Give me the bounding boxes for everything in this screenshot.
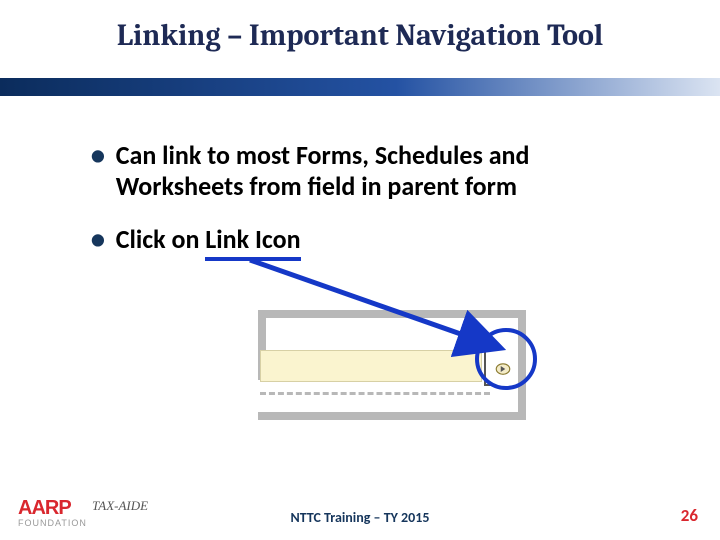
slide-footer: AARP FOUNDATION TAX-AIDE NTTC Training –…: [0, 486, 720, 540]
form-field-highlight: [260, 350, 482, 382]
page-number: 26: [681, 505, 698, 526]
bullet-2-linked-text: Link Icon: [205, 224, 300, 260]
bullet-2: ● Click on Link Icon: [90, 224, 630, 260]
frame-bar: [258, 310, 518, 318]
bullet-2-text: Click on Link Icon: [116, 224, 301, 260]
frame-bar: [258, 412, 526, 420]
link-icon-diagram: [240, 290, 570, 450]
footer-center-text: NTTC Training – TY 2015: [0, 509, 720, 526]
slide-title: Linking – Important Navigation Tool: [0, 18, 720, 53]
bullet-1-text: Can link to most Forms, Schedules and Wo…: [116, 140, 630, 202]
body-text: ● Can link to most Forms, Schedules and …: [90, 140, 630, 283]
header-divider-bar: [0, 78, 720, 96]
callout-circle: [475, 328, 537, 390]
link-icon[interactable]: [494, 360, 512, 378]
bullet-dot-icon: ●: [90, 140, 106, 202]
bullet-1: ● Can link to most Forms, Schedules and …: [90, 140, 630, 202]
bullet-dot-icon: ●: [90, 224, 106, 260]
dashed-line: [260, 392, 490, 395]
bullet-2-prefix: Click on: [116, 223, 206, 255]
slide: Linking – Important Navigation Tool ● Ca…: [0, 0, 720, 540]
